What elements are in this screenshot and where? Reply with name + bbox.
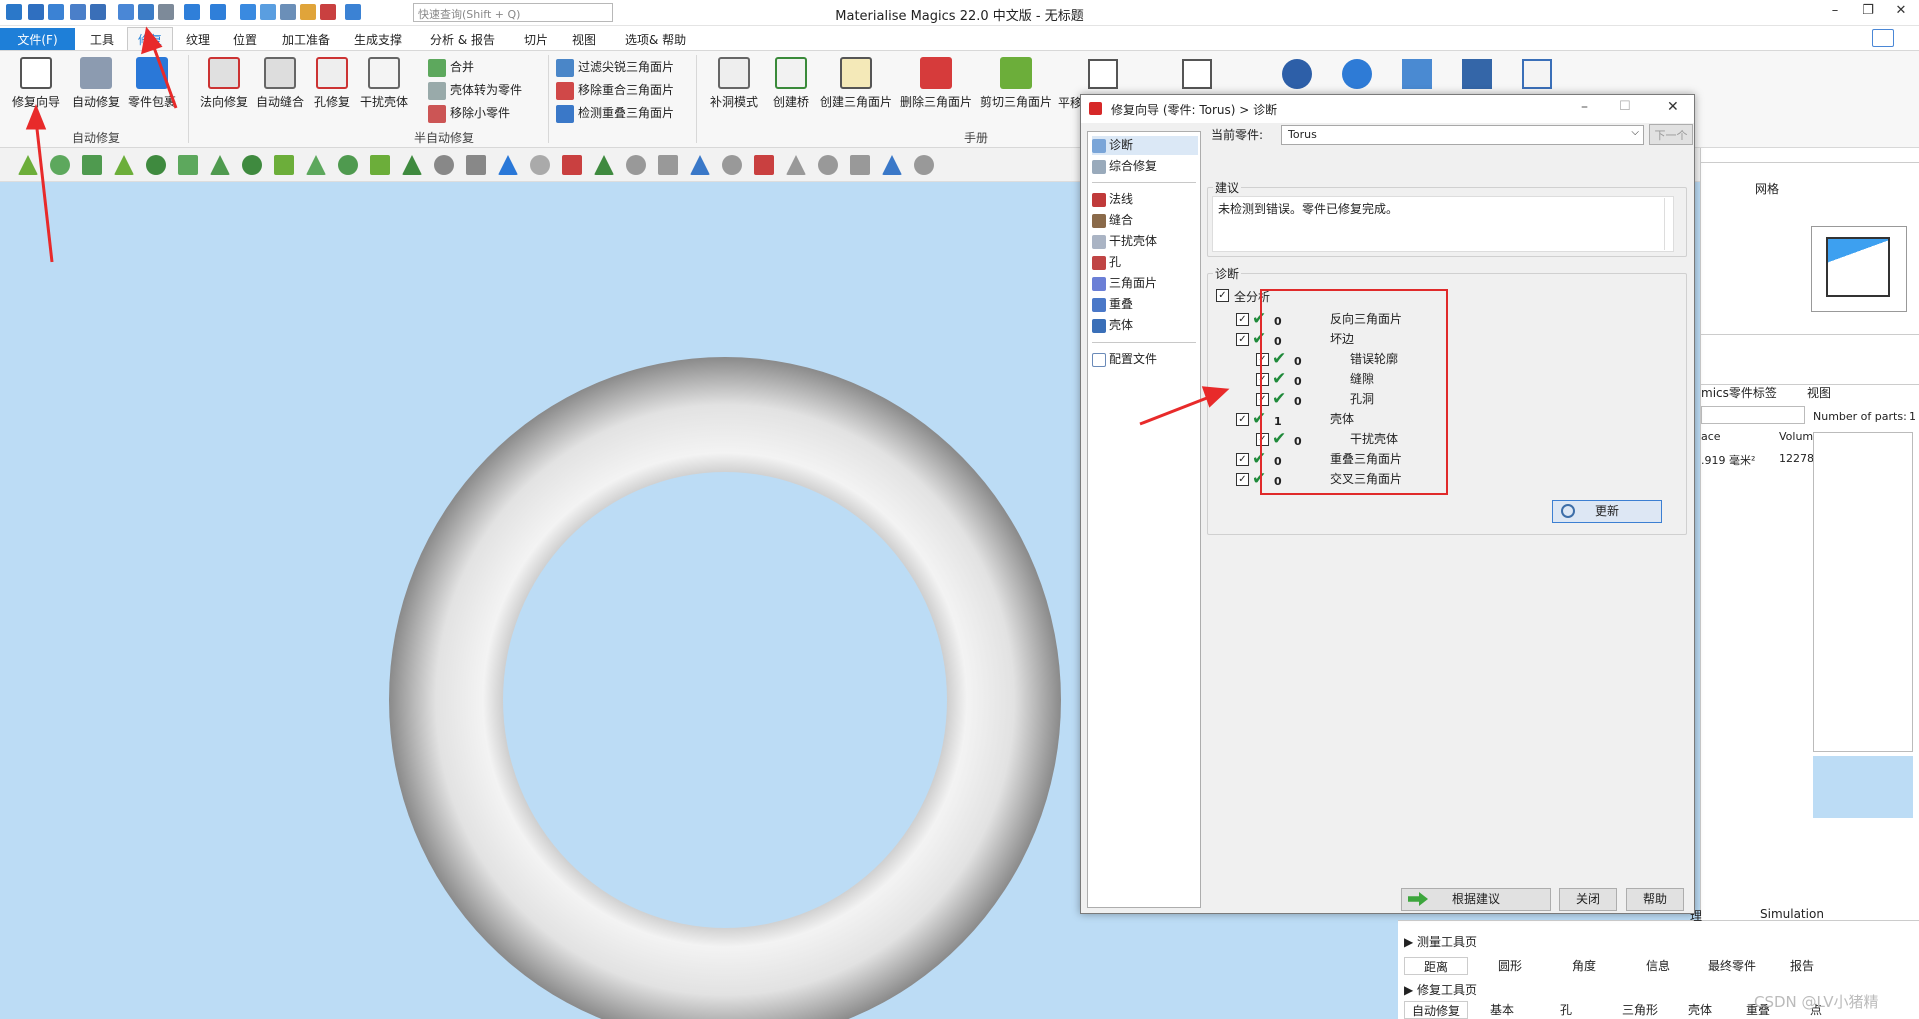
- annotation-arrow-line: [1139, 394, 1213, 426]
- annotation-arrow-line: [34, 119, 54, 263]
- annotation-arrow-head: [1201, 386, 1230, 408]
- annotation-arrow-line: [150, 41, 178, 109]
- annotation-arrows: [25, 26, 1230, 426]
- annotation-arrow-head: [25, 103, 47, 130]
- annotation-arrow-head: [141, 26, 163, 55]
